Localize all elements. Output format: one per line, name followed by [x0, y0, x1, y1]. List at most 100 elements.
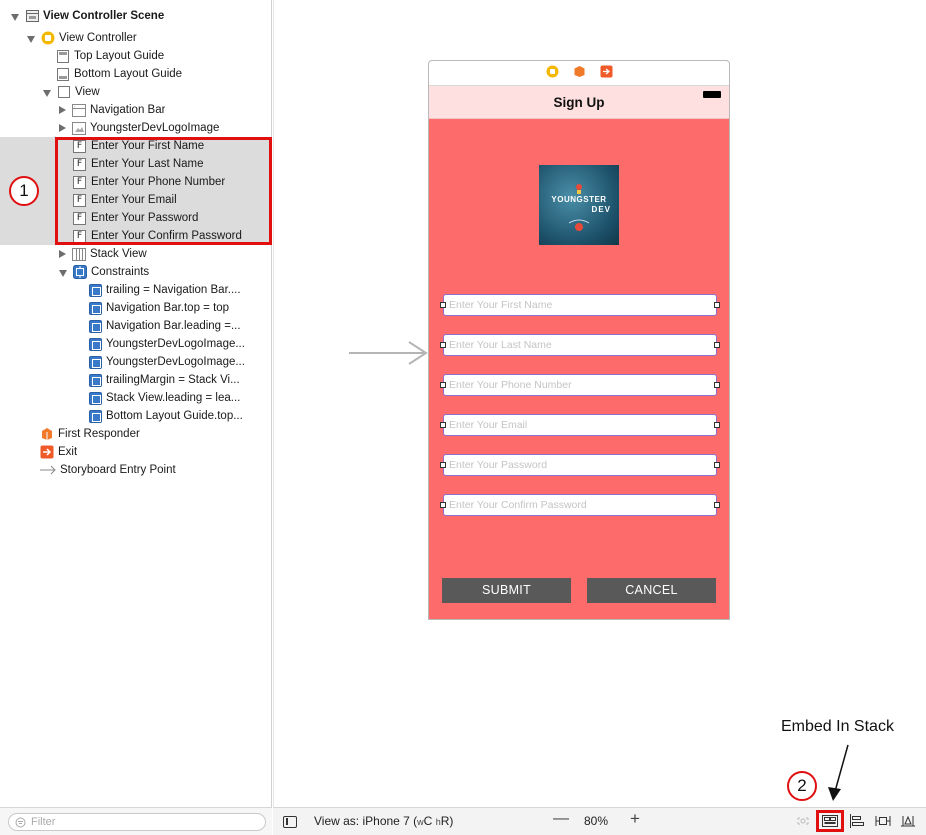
field-placeholder: Enter Your Confirm Password — [449, 499, 587, 511]
disclosure-triangle-icon[interactable] — [11, 13, 19, 21]
view-controller-icon — [41, 31, 55, 45]
outline-label: View Controller — [59, 32, 137, 44]
outline-label: trailingMargin = Stack Vi... — [106, 374, 240, 386]
phone-number-field[interactable]: Enter Your Phone Number — [440, 374, 720, 396]
field-placeholder: Enter Your Phone Number — [449, 379, 572, 391]
view-as-device[interactable]: View as: iPhone 7 (wC hR) — [314, 814, 453, 828]
navigation-bar[interactable]: Sign Up — [429, 86, 729, 119]
outline-item-bottom-layout-guide[interactable]: Bottom Layout Guide — [0, 65, 271, 83]
resize-handle[interactable] — [440, 302, 446, 308]
view-as-prefix: View as: iPhone 7 ( — [314, 814, 418, 828]
last-name-field[interactable]: Enter Your Last Name — [440, 334, 720, 356]
resize-handle[interactable] — [440, 422, 446, 428]
outline-label: Stack View — [90, 248, 147, 260]
outline-item-logo-image[interactable]: YoungsterDevLogoImage — [0, 119, 271, 137]
outline-item-constraint[interactable]: Navigation Bar.leading =... — [0, 317, 271, 335]
outline-item-view-controller[interactable]: View Controller — [0, 29, 271, 47]
outline-label: Storyboard Entry Point — [60, 464, 176, 476]
resolve-layout-icon[interactable] — [900, 814, 916, 828]
field-placeholder: Enter Your Email — [449, 419, 528, 431]
storyboard-canvas[interactable]: Sign Up YOUNGSTER DEV Enter Your First N… — [273, 0, 926, 807]
first-responder-dock-icon[interactable] — [573, 65, 586, 81]
outline-label: YoungsterDevLogoImage — [90, 122, 220, 134]
disclosure-triangle-icon[interactable] — [43, 89, 51, 97]
resize-handle[interactable] — [714, 422, 720, 428]
update-frames-icon[interactable] — [795, 814, 811, 828]
outline-item-constraint[interactable]: YoungsterDevLogoImage... — [0, 353, 271, 371]
constraint-icon — [89, 355, 102, 369]
outline-item-constraint[interactable]: trailingMargin = Stack Vi... — [0, 371, 271, 389]
email-field[interactable]: Enter Your Email — [440, 414, 720, 436]
disclosure-triangle-icon[interactable] — [59, 250, 66, 258]
step-1-badge: 1 — [9, 176, 39, 206]
outline-label: First Responder — [58, 428, 140, 440]
constraints-icon — [73, 265, 87, 279]
resize-handle[interactable] — [714, 502, 720, 508]
nav-title: Sign Up — [553, 95, 605, 110]
disclosure-triangle-icon[interactable] — [27, 35, 35, 43]
outline-item-exit[interactable]: Exit — [0, 443, 271, 461]
resize-handle[interactable] — [714, 342, 720, 348]
outline-item-entry-point[interactable]: Storyboard Entry Point — [0, 461, 271, 479]
layout-guide-icon — [56, 67, 70, 81]
add-constraints-icon[interactable] — [875, 814, 891, 828]
outline-item-constraint[interactable]: trailing = Navigation Bar.... — [0, 281, 271, 299]
outline-item-constraint[interactable]: Bottom Layout Guide.top... — [0, 407, 271, 425]
filter-icon — [15, 817, 26, 833]
filter-input[interactable]: Filter — [8, 813, 266, 831]
outline-label: Navigation Bar.leading =... — [106, 320, 241, 332]
constraint-icon — [89, 373, 102, 387]
navigation-bar-icon: ‹ — [72, 103, 86, 117]
field-placeholder: Enter Your First Name — [449, 299, 553, 311]
resize-handle[interactable] — [440, 502, 446, 508]
entry-point-arrow-icon[interactable] — [349, 340, 429, 369]
resize-handle[interactable] — [440, 462, 446, 468]
zoom-in-button[interactable]: + — [630, 809, 640, 829]
toggle-outline-icon[interactable] — [283, 816, 297, 828]
outline-item-view[interactable]: View — [0, 83, 271, 101]
outline-label: Bottom Layout Guide.top... — [106, 410, 243, 422]
outline-item-constraint[interactable]: Stack View.leading = lea... — [0, 389, 271, 407]
disclosure-triangle-icon[interactable] — [59, 106, 66, 114]
outline-item-stack-view[interactable]: Stack View — [0, 245, 271, 263]
password-field[interactable]: Enter Your Password — [440, 454, 720, 476]
resize-handle[interactable] — [714, 462, 720, 468]
submit-button[interactable]: SUBMIT — [442, 578, 571, 603]
annotation-arrow-icon — [822, 743, 852, 806]
size-class-c: C — [423, 814, 433, 828]
outline-item-top-layout-guide[interactable]: Top Layout Guide — [0, 47, 271, 65]
disclosure-triangle-icon[interactable] — [59, 124, 66, 132]
zoom-out-button[interactable]: — — [553, 810, 569, 828]
exit-icon — [40, 445, 54, 459]
outline-item-first-responder[interactable]: First Responder — [0, 425, 271, 443]
resize-handle[interactable] — [440, 342, 446, 348]
outline-label: Navigation Bar.top = top — [106, 302, 230, 314]
canvas-toolbar: View as: iPhone 7 (wC hR) — 80% + — [273, 807, 926, 835]
constraint-icon — [89, 301, 102, 315]
embed-in-stack-annotation: Embed In Stack — [781, 718, 894, 735]
outline-item-navigation-bar[interactable]: ‹ Navigation Bar — [0, 101, 271, 119]
outline-item-constraint[interactable]: YoungsterDevLogoImage... — [0, 335, 271, 353]
main-view[interactable]: YOUNGSTER DEV Enter Your First Name Ente… — [429, 119, 729, 619]
align-icon[interactable] — [849, 814, 865, 828]
disclosure-triangle-icon[interactable] — [59, 269, 67, 277]
outline-label: YoungsterDevLogoImage... — [106, 338, 245, 350]
outline-item-constraints[interactable]: Constraints — [0, 263, 271, 281]
view-controller-dock-icon[interactable] — [546, 65, 559, 81]
zoom-level: 80% — [584, 814, 609, 828]
resize-handle[interactable] — [714, 302, 720, 308]
field-placeholder: Enter Your Last Name — [449, 339, 552, 351]
outline-item-scene[interactable]: View Controller Scene — [0, 7, 271, 25]
view-controller-scene[interactable]: Sign Up YOUNGSTER DEV Enter Your First N… — [428, 60, 730, 620]
outline-label: Navigation Bar — [90, 104, 166, 116]
exit-dock-icon[interactable] — [600, 65, 613, 81]
outline-item-constraint[interactable]: Navigation Bar.top = top — [0, 299, 271, 317]
resize-handle[interactable] — [440, 382, 446, 388]
confirm-password-field[interactable]: Enter Your Confirm Password — [440, 494, 720, 516]
youngster-dev-logo-image[interactable]: YOUNGSTER DEV — [539, 165, 619, 245]
resize-handle[interactable] — [714, 382, 720, 388]
cancel-button[interactable]: CANCEL — [587, 578, 716, 603]
first-name-field[interactable]: Enter Your First Name — [440, 294, 720, 316]
step-2-badge: 2 — [787, 771, 817, 801]
constraint-icon — [89, 319, 102, 333]
